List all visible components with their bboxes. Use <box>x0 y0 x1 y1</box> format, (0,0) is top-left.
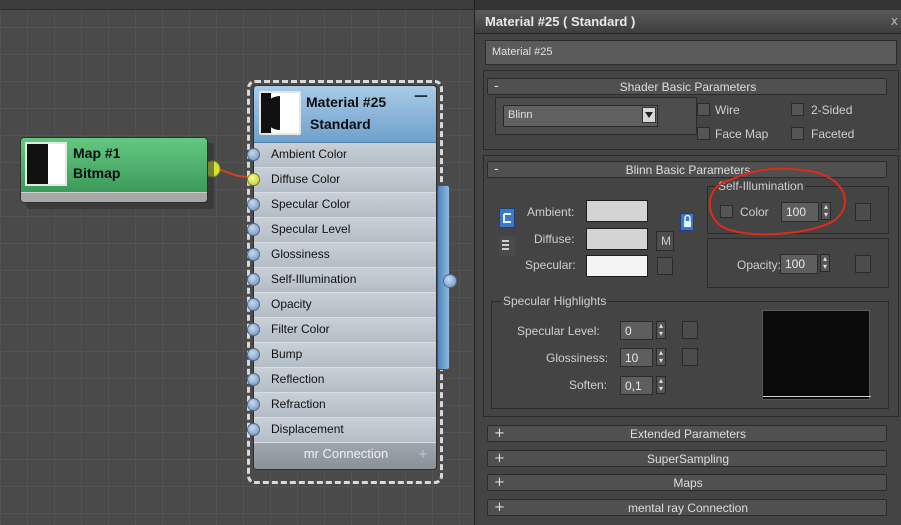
slot-label: Opacity <box>271 297 312 311</box>
input-socket[interactable] <box>247 248 260 261</box>
input-socket[interactable] <box>247 148 260 161</box>
map-node-header[interactable]: Map #1 Bitmap <box>21 138 207 192</box>
material-node-title: Material #25 <box>306 94 387 110</box>
input-socket[interactable] <box>247 348 260 361</box>
slot-label: Bump <box>271 347 303 361</box>
slot-filter-color[interactable]: Filter Color <box>254 318 436 343</box>
slot-label: Reflection <box>271 372 325 386</box>
slot-ambient-color[interactable]: Ambient Color <box>254 143 436 168</box>
slot-label: Self-Illumination <box>271 272 357 286</box>
map-node-title: Map #1 <box>73 145 121 161</box>
node-editor-canvas[interactable]: Map #1 Bitmap Material #25 Standard — Am… <box>0 0 474 525</box>
input-socket[interactable] <box>247 398 260 411</box>
slot-specular-color[interactable]: Specular Color <box>254 193 436 218</box>
input-socket[interactable] <box>247 173 260 186</box>
material-node-header[interactable]: Material #25 Standard — <box>254 86 436 143</box>
map-node-subtitle: Bitmap <box>73 165 121 181</box>
slot-diffuse-color[interactable]: Diffuse Color <box>254 168 436 193</box>
slot-glossiness[interactable]: Glossiness <box>254 243 436 268</box>
slot-bump[interactable]: Bump <box>254 343 436 368</box>
input-socket[interactable] <box>247 198 260 211</box>
material-node[interactable]: Material #25 Standard — Ambient Color Dif… <box>253 85 437 470</box>
slot-refraction[interactable]: Refraction <box>254 393 436 418</box>
collapse-icon[interactable]: — <box>414 88 428 104</box>
plus-icon[interactable]: + <box>418 447 428 461</box>
mr-connection-bar[interactable]: mr Connection + <box>254 443 436 469</box>
slot-label: Specular Color <box>271 197 351 211</box>
map-node-footer <box>21 192 207 202</box>
red-annotation-circle <box>708 167 846 236</box>
slot-self-illumination[interactable]: Self-Illumination <box>254 268 436 293</box>
slot-opacity[interactable]: Opacity <box>254 293 436 318</box>
slot-label: Displacement <box>271 422 344 436</box>
mr-connection-label: mr Connection <box>303 446 389 461</box>
slot-label: Ambient Color <box>271 147 348 161</box>
input-socket[interactable] <box>247 323 260 336</box>
map-node[interactable]: Map #1 Bitmap <box>20 137 208 203</box>
input-socket[interactable] <box>247 298 260 311</box>
input-socket[interactable] <box>247 273 260 286</box>
half-black-sphere-icon <box>259 91 301 135</box>
slot-label: Diffuse Color <box>271 172 341 186</box>
slot-specular-level[interactable]: Specular Level <box>254 218 436 243</box>
input-socket[interactable] <box>247 423 260 436</box>
slot-label: Glossiness <box>271 247 330 261</box>
material-node-subtitle: Standard <box>310 116 371 132</box>
input-socket[interactable] <box>247 373 260 386</box>
slot-label: Specular Level <box>271 222 351 236</box>
slot-label: Refraction <box>271 397 326 411</box>
slot-reflection[interactable]: Reflection <box>254 368 436 393</box>
parameter-panel: Material #25 ( Standard ) x Material #25… <box>474 0 901 525</box>
slot-displacement[interactable]: Displacement <box>254 418 436 443</box>
input-socket[interactable] <box>247 223 260 236</box>
half-black-square-icon <box>25 142 67 186</box>
slot-label: Filter Color <box>271 322 330 336</box>
material-output-socket[interactable] <box>443 274 457 288</box>
